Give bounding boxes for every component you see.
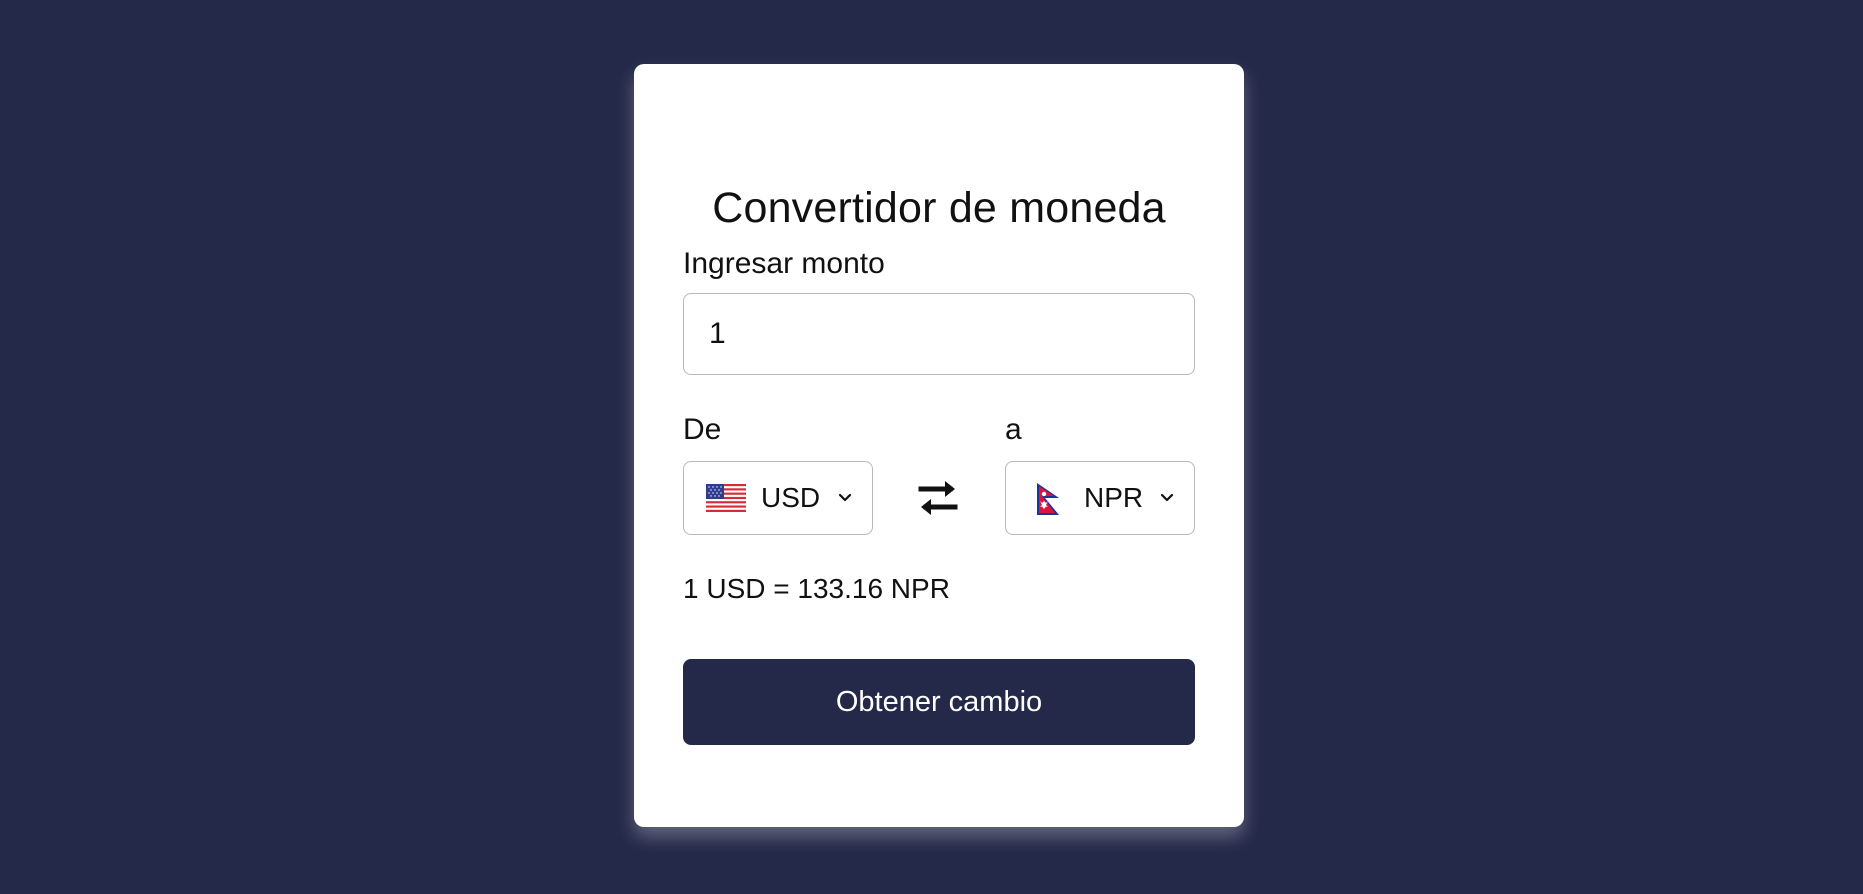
currency-converter-card: Convertidor de moneda Ingresar monto De <box>634 64 1244 827</box>
swap-arrows-icon[interactable] <box>916 476 960 520</box>
from-currency-code: USD <box>761 482 821 513</box>
amount-input[interactable] <box>683 293 1195 375</box>
united-states-flag-icon <box>706 484 746 512</box>
amount-label: Ingresar monto <box>683 247 885 280</box>
from-label: De <box>683 413 722 446</box>
chevron-down-icon <box>1160 493 1174 502</box>
to-currency-code: NPR <box>1084 482 1144 513</box>
from-currency-select[interactable]: USD <box>683 461 873 535</box>
chevron-down-icon <box>838 493 852 502</box>
exchange-rate-text: 1 USD = 133.16 NPR <box>683 573 950 604</box>
nepal-flag-icon <box>1034 482 1062 516</box>
to-currency-select[interactable]: NPR <box>1005 461 1195 535</box>
to-label: a <box>1005 413 1022 446</box>
get-exchange-button[interactable]: Obtener cambio <box>683 659 1195 745</box>
page-title: Convertidor de moneda <box>712 184 1166 232</box>
